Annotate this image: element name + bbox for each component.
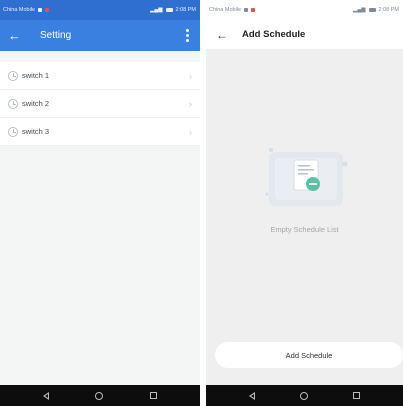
- chevron-right-icon: ›: [189, 126, 192, 137]
- nav-home-icon[interactable]: [299, 391, 308, 400]
- clock-time: 2:08 PM: [378, 7, 399, 13]
- nav-home-icon[interactable]: [95, 391, 104, 400]
- signal-icon: ▂▄▆: [150, 7, 163, 13]
- notification-icon: [38, 8, 43, 12]
- app-bar: ← Setting: [0, 20, 200, 51]
- status-right: ▂▄▆ 2:08 PM: [353, 7, 399, 13]
- settings-screen: China Mobile ▂▄▆ 2:08 PM ← Setting switc…: [0, 0, 200, 406]
- nav-recent-icon[interactable]: [353, 392, 361, 399]
- carrier-label: China Mobile: [209, 7, 242, 13]
- list-item-switch-3[interactable]: switch 3 ›: [0, 118, 200, 146]
- status-right: ▂▄▆ 2:08 PM: [150, 7, 196, 13]
- battery-icon: [368, 8, 376, 12]
- list-item-switch-2[interactable]: switch 2 ›: [0, 90, 200, 118]
- app-bar: ← Add Schedule: [206, 20, 403, 49]
- list-item-switch-1[interactable]: switch 1 ›: [0, 62, 200, 90]
- schedule-content: Empty Schedule List Add Schedule: [206, 49, 403, 385]
- add-schedule-button[interactable]: Add Schedule: [215, 342, 403, 368]
- empty-state-text: Empty Schedule List: [270, 225, 339, 234]
- notification-icon: [244, 8, 249, 12]
- switch-label: switch 1: [22, 71, 50, 80]
- clock-time: 2:08 PM: [175, 7, 196, 13]
- battery-icon: [165, 8, 173, 12]
- status-bar: China Mobile ▂▄▆ 2:08 PM: [206, 0, 403, 20]
- back-arrow-icon[interactable]: ←: [8, 29, 28, 42]
- system-nav-bar: [0, 385, 200, 406]
- status-bar: China Mobile ▂▄▆ 2:08 PM: [0, 0, 200, 20]
- clock-icon: [8, 126, 18, 137]
- status-left: China Mobile: [3, 7, 50, 13]
- add-schedule-screen: China Mobile ▂▄▆ 2:08 PM ← Add Schedule: [206, 0, 403, 406]
- signal-icon: ▂▄▆: [353, 7, 366, 13]
- chevron-right-icon: ›: [189, 98, 192, 109]
- clock-icon: [8, 70, 18, 81]
- nav-back-icon[interactable]: [43, 391, 50, 400]
- nav-recent-icon[interactable]: [149, 392, 157, 399]
- status-left: China Mobile: [209, 7, 256, 13]
- clock-icon: [8, 98, 18, 109]
- system-nav-bar: [206, 385, 403, 406]
- chevron-right-icon: ›: [189, 70, 192, 81]
- alert-icon: [45, 8, 50, 12]
- settings-content: switch 1 › switch 2 › switch 3 ›: [0, 51, 200, 385]
- nav-back-icon[interactable]: [248, 391, 255, 400]
- more-menu-icon[interactable]: [183, 29, 192, 42]
- alert-icon: [251, 8, 256, 12]
- back-arrow-icon[interactable]: ←: [216, 28, 238, 42]
- page-title: Add Schedule: [242, 29, 306, 40]
- page-title: Setting: [40, 30, 72, 41]
- empty-document-illustration: [265, 148, 348, 206]
- switch-label: switch 2: [22, 99, 50, 108]
- switch-list: switch 1 › switch 2 › switch 3 ›: [0, 62, 200, 146]
- carrier-label: China Mobile: [3, 7, 36, 13]
- switch-label: switch 3: [22, 127, 50, 136]
